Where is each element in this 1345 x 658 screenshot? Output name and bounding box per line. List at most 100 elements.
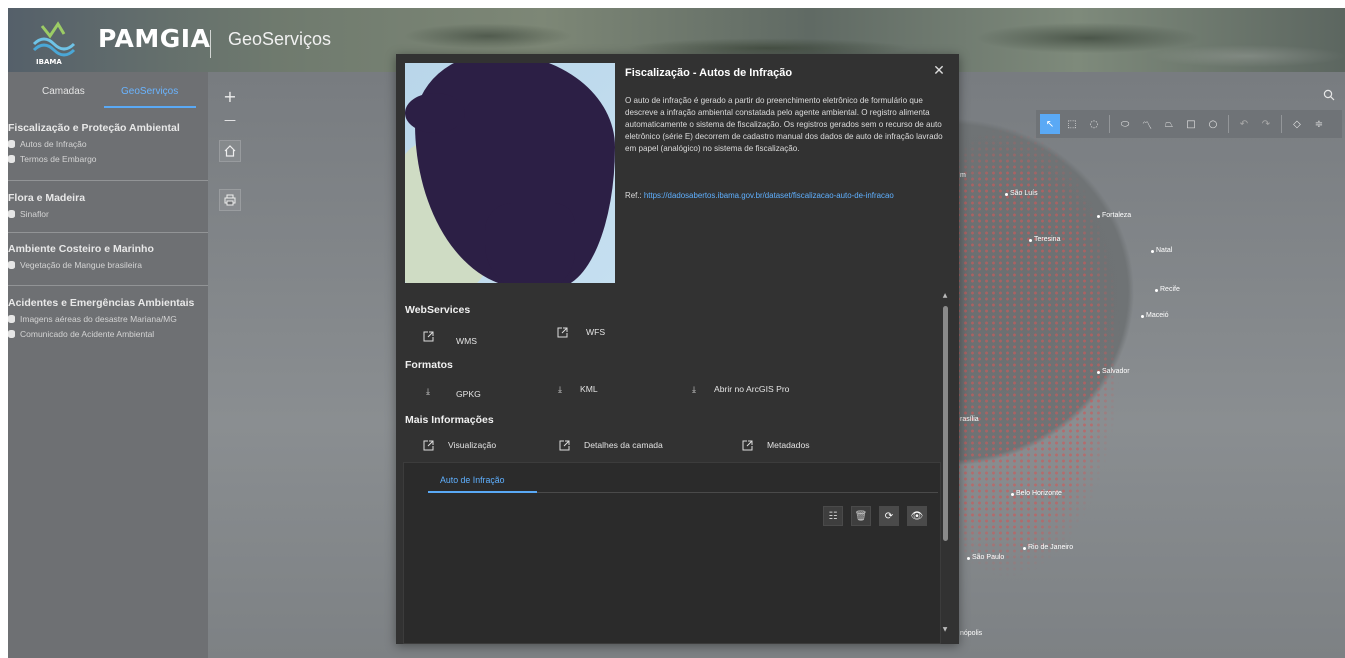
thumbnail-points-cluster [405,93,465,133]
logo-subtitle: IBAMA [36,58,62,66]
external-link-icon [556,326,568,338]
toolbar-divider [1228,115,1229,133]
reference-label: Ref.: [625,191,642,200]
layer-item-mangue[interactable]: Vegetação de Mangue brasileira [8,260,208,270]
cursor-icon: ↖ [1045,118,1055,130]
redo-button[interactable]: ↷ [1256,114,1276,134]
kml-label: KML [580,384,598,394]
rectangle-select-icon: ⬚ [1067,118,1077,130]
eraser-button[interactable]: ◇ [1287,114,1307,134]
refresh-icon: ⟳ [884,510,894,522]
home-icon [224,145,236,157]
layer-item-sinaflor[interactable]: Sinaflor [8,209,208,219]
undo-button[interactable]: ↶ [1234,114,1254,134]
close-icon: ✕ [933,63,945,79]
header-divider [210,30,211,58]
city-label: Rio de Janeiro [1022,544,1074,551]
section-title: Ambiente Costeiro e Marinho [8,243,154,255]
visualizacao-link[interactable]: Visualização [422,439,496,451]
sidebar: Camadas GeoServiços Fiscalização e Prote… [8,72,208,658]
polyline-tool-button[interactable]: 〽 [1137,114,1157,134]
detalhes-label: Detalhes da camada [584,440,663,450]
city-label: Fortaleza [1096,212,1132,219]
tab-camadas[interactable]: Camadas [42,86,85,97]
download-kml-button[interactable]: ⤓ KML [554,383,598,395]
search-button[interactable] [1318,84,1340,106]
metadados-link[interactable]: Metadados [741,439,810,451]
zoom-in-button[interactable]: + [219,85,241,107]
city-label: Recife [1155,286,1180,293]
database-icon [8,330,15,338]
attribute-table-panel: Auto de Infração ☷ 🗑 ⟳ 👁 [403,462,941,644]
layer-item-mariana[interactable]: Imagens aéreas do desastre Mariana/MG [8,314,208,324]
infraction-points-layer [948,92,1198,652]
open-arcgis-pro-button[interactable]: ⤓ Abrir no ArcGIS Pro [688,383,789,395]
layer-label: Autos de Infração [20,139,87,149]
clear-selection-button[interactable]: 🗑 [851,506,871,526]
download-icon: ⤓ [558,383,562,394]
city-label: São Luís [1005,190,1038,197]
scroll-up-icon[interactable]: ▲ [941,292,949,300]
tab-auto-de-infracao[interactable]: Auto de Infração [440,475,505,485]
reference: Ref.: https://dadosabertos.ibama.gov.br/… [625,191,959,200]
section-acidentes: Acidentes e Emergências Ambientais Image… [8,297,208,339]
layer-label: Sinaflor [20,209,49,219]
brand-name[interactable]: PAMGIA [98,24,210,53]
city-label: Natal [1150,247,1173,254]
section-title: Acidentes e Emergências Ambientais [8,297,195,309]
scrollbar-thumb[interactable] [943,306,948,541]
city-label: rasília [955,416,979,423]
city-label: Salvador [1097,368,1130,375]
section-title: Fiscalização e Proteção Ambiental [8,122,180,134]
wms-link[interactable]: WMS [422,326,477,346]
redo-icon: ↷ [1261,118,1271,130]
trash-icon: 🗑 [854,510,868,522]
app: IBAMA PAMGIA GeoServiços São Luís Fortal… [0,0,1345,658]
home-button[interactable] [219,140,241,162]
polygon-tool-button[interactable]: ⏢ [1159,114,1179,134]
layer-item-autos-de-infracao[interactable]: Autos de Infração [8,139,208,149]
circle-tool-button[interactable]: ○ [1203,114,1223,134]
point-tool-button[interactable]: ⬭ [1115,114,1135,134]
layer-item-comunicado[interactable]: Comunicado de Acidente Ambiental [8,329,208,339]
close-button[interactable]: ✕ [931,63,947,79]
show-selected-button[interactable]: ☷ [823,506,843,526]
arcgis-label: Abrir no ArcGIS Pro [714,384,790,394]
lasso-select-button[interactable]: ◌ [1084,114,1104,134]
external-link-icon [422,330,434,342]
download-gpkg-button[interactable]: ⤓ GPKG [422,383,481,400]
settings-button[interactable]: ≑ [1309,114,1329,134]
toggle-columns-button[interactable]: 👁 [907,506,927,526]
layer-details-dialog: Fiscalização - Autos de Infração ✕ O aut… [396,54,959,644]
layer-item-termos-de-embargo[interactable]: Termos de Embargo [8,154,208,164]
layer-thumbnail [405,63,615,283]
zoom-out-button[interactable]: — [219,109,241,131]
city-label: São Paulo [966,554,1005,561]
rectangle-select-button[interactable]: ⬚ [1062,114,1082,134]
scroll-down-icon[interactable]: ▼ [941,626,949,634]
section-flora: Flora e Madeira Sinaflor [8,192,208,219]
database-icon [8,155,15,163]
reference-link[interactable]: https://dadosabertos.ibama.gov.br/datase… [644,191,894,200]
visualizacao-label: Visualização [448,440,497,450]
active-tab-indicator [104,106,196,108]
select-tool-button[interactable]: ↖ [1040,114,1060,134]
print-icon [224,194,236,206]
formatos-heading: Formatos [405,359,453,371]
external-link-icon [422,439,434,451]
wms-label: WMS [456,336,478,346]
external-link-icon [558,439,570,451]
rectangle-tool-button[interactable]: □ [1181,114,1201,134]
refresh-button[interactable]: ⟳ [879,506,899,526]
toolbar-divider [1281,115,1282,133]
download-icon: ⤓ [426,385,430,396]
circle-icon: ○ [1208,118,1218,130]
metadados-label: Metadados [767,440,810,450]
detalhes-camada-link[interactable]: Detalhes da camada [558,439,663,451]
print-button[interactable] [219,189,241,211]
search-icon [1323,89,1335,101]
tab-geoservicos[interactable]: GeoServiços [121,86,178,97]
section-costeiro: Ambiente Costeiro e Marinho Vegetação de… [8,243,208,270]
wfs-link[interactable]: WFS [556,326,605,338]
database-icon [8,210,15,218]
